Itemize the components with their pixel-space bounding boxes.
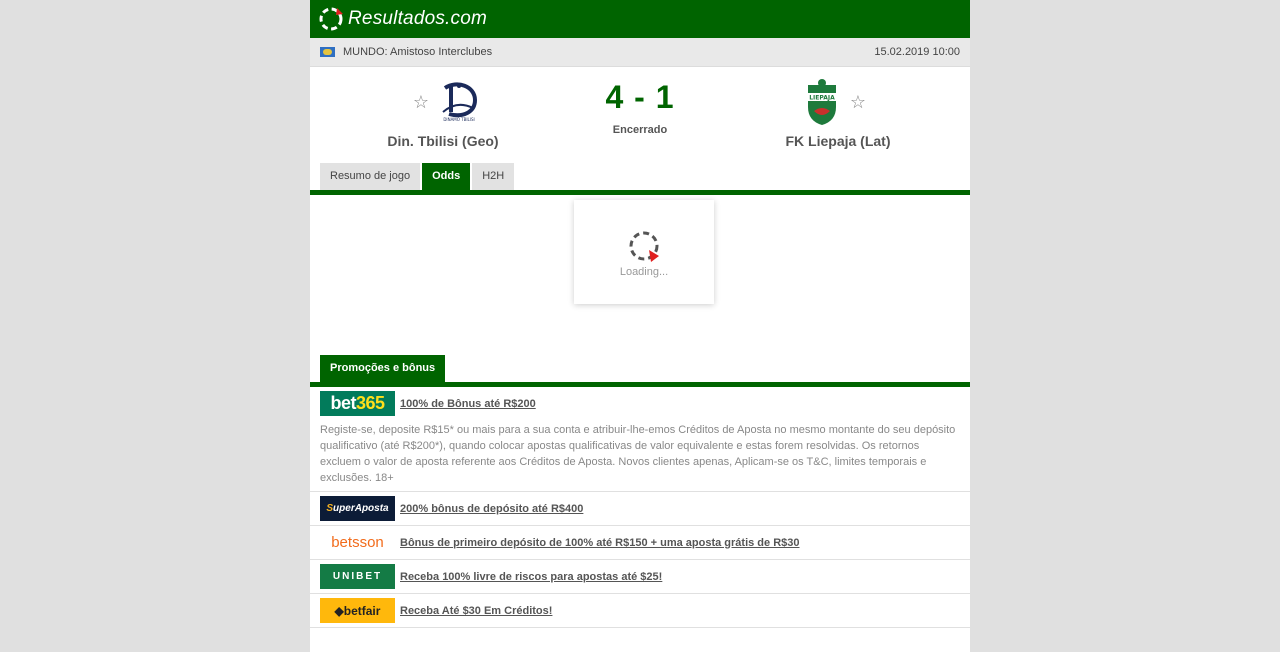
odds-content: Loading...	[310, 195, 970, 355]
away-team: LIEPAJA ☆ FK Liepaja (Lat)	[738, 77, 938, 149]
away-logo-text: LIEPAJA	[809, 95, 835, 102]
away-team-logo[interactable]: LIEPAJA	[802, 77, 842, 127]
favorite-star-icon[interactable]: ☆	[413, 92, 429, 113]
tab-promocoes[interactable]: Promoções e bônus	[320, 355, 446, 382]
betfair-logo[interactable]: ◆ betfair	[320, 598, 395, 623]
promo-item: betsson Bônus de primeiro depósito de 10…	[310, 526, 970, 560]
tab-odds[interactable]: Odds	[422, 163, 471, 190]
loading-overlay: Loading...	[574, 200, 714, 304]
promo-description: Registe-se, deposite R$15* ou mais para …	[320, 424, 956, 484]
promo-link[interactable]: Bônus de primeiro depósito de 100% até R…	[400, 537, 800, 549]
favorite-star-icon[interactable]: ☆	[850, 92, 866, 113]
promo-item: bet 365 100% de Bônus até R$200 Registe-s…	[310, 387, 970, 492]
superaposta-logo[interactable]: SuperAposta	[320, 496, 395, 521]
home-logo-text: DINAMO TBILISI	[443, 117, 474, 122]
score-block: 4 - 1 Encerrado	[540, 79, 740, 136]
home-team-name[interactable]: Din. Tbilisi (Geo)	[343, 133, 543, 149]
home-team-logo[interactable]: DINAMO TBILISI	[437, 78, 481, 126]
home-team: ☆ DINAMO TBILISI Din. Tbilisi (Geo)	[343, 77, 543, 149]
betsson-logo[interactable]: betsson	[320, 530, 395, 555]
logo-icon[interactable]	[318, 6, 344, 32]
promo-link[interactable]: Receba Até $30 Em Créditos!	[400, 605, 552, 617]
tab-resumo-de-jogo[interactable]: Resumo de jogo	[320, 163, 421, 190]
match-info-bar: MUNDO: Amistoso Interclubes 15.02.2019 1…	[310, 38, 970, 67]
loading-spinner-icon	[627, 228, 661, 264]
promo-link[interactable]: Receba 100% livre de riscos para apostas…	[400, 571, 662, 583]
loading-text: Loading...	[619, 266, 669, 278]
promo-item: UNIBET Receba 100% livre de riscos para …	[310, 560, 970, 594]
top-bar: Resultados.com	[310, 0, 970, 38]
match-score: 4 - 1	[605, 79, 675, 115]
promo-link[interactable]: 100% de Bônus até R$200	[400, 398, 536, 410]
promotions-tabs: Promoções e bônus	[310, 355, 970, 387]
match-status: Encerrado	[612, 124, 668, 136]
bet365-logo[interactable]: bet 365	[320, 391, 395, 416]
promo-item: ◆ betfair Receba Até $30 Em Créditos!	[310, 594, 970, 628]
promo-link[interactable]: 200% bônus de depósito até R$400	[400, 503, 583, 515]
match-datetime: 15.02.2019 10:00	[874, 46, 960, 58]
logo-text[interactable]: Resultados.com	[348, 8, 487, 30]
match-header: ☆ DINAMO TBILISI Din. Tbilisi (Geo) 4 - …	[310, 67, 970, 163]
world-flag-icon	[320, 47, 335, 57]
away-team-name[interactable]: FK Liepaja (Lat)	[738, 133, 938, 149]
promo-item: SuperAposta 200% bônus de depósito até R…	[310, 492, 970, 526]
competition-name[interactable]: MUNDO: Amistoso Interclubes	[343, 46, 492, 58]
tab-h2h[interactable]: H2H	[472, 163, 515, 190]
match-tabs: Resumo de jogo Odds H2H	[310, 163, 970, 195]
page: Resultados.com MUNDO: Amistoso Interclub…	[310, 0, 970, 652]
unibet-logo[interactable]: UNIBET	[320, 564, 395, 589]
